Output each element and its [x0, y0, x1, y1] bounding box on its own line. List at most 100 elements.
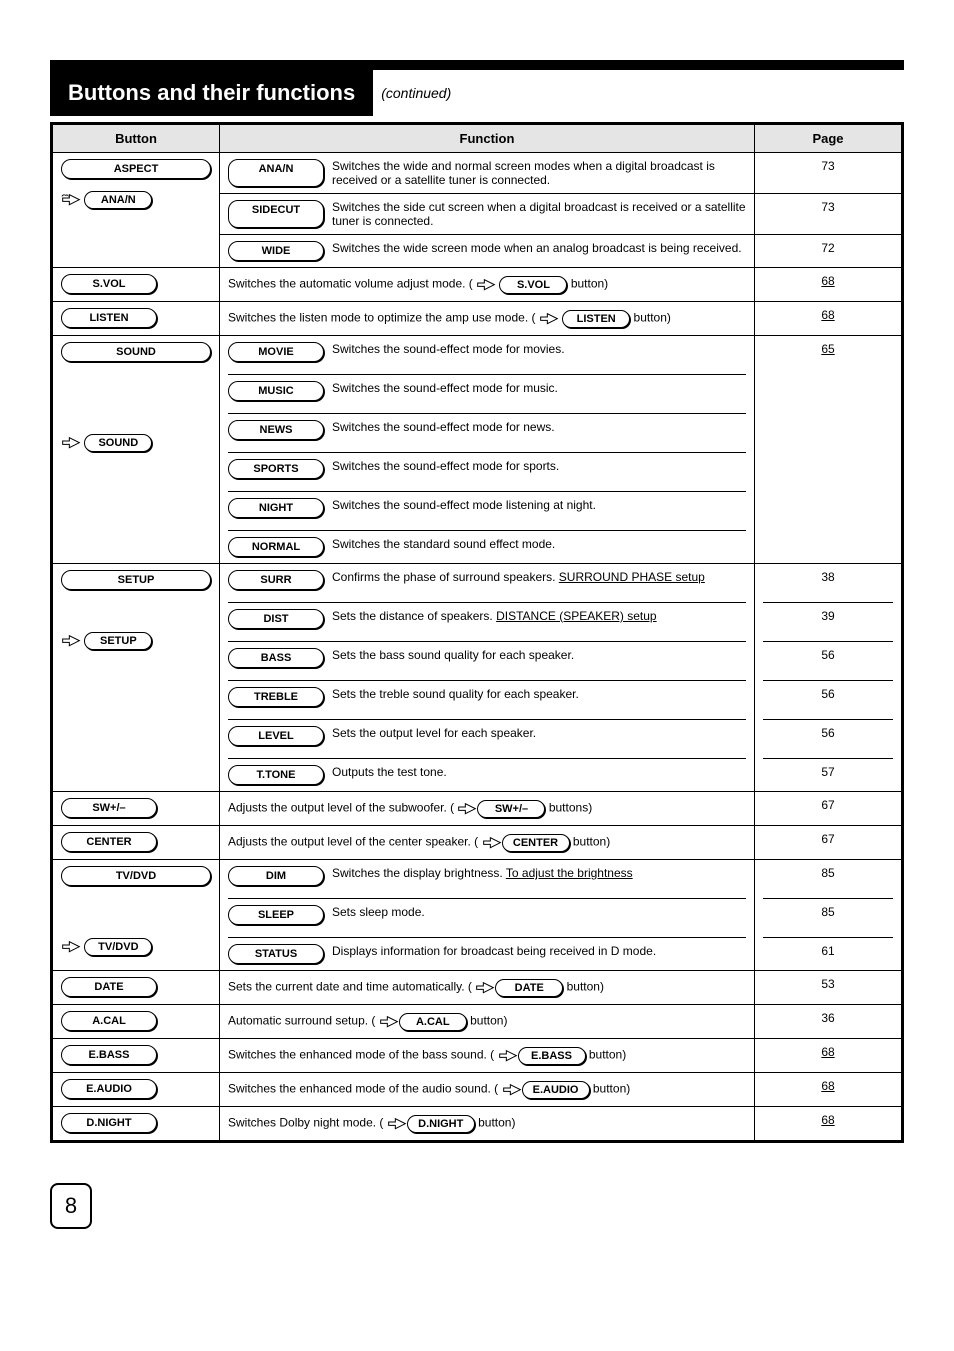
- sub-button[interactable]: NORMAL: [228, 537, 324, 557]
- page-container: Buttons and their functions (continued) …: [0, 0, 954, 1269]
- table-row: DATE Sets the current date and time auto…: [52, 971, 903, 1005]
- page-cell: 38: [755, 564, 903, 597]
- section-ref[interactable]: To adjust the brightness: [506, 866, 633, 880]
- sub-button[interactable]: SPORTS: [228, 459, 324, 479]
- button-tvdvd[interactable]: TV/DVD: [61, 866, 211, 886]
- footer: 8: [50, 1183, 904, 1229]
- button-listen[interactable]: LISTEN: [61, 308, 157, 328]
- button-cell: CENTER: [52, 826, 220, 860]
- function-text: Switches Dolby night mode. (: [228, 1116, 383, 1130]
- page-cell: 56: [755, 635, 903, 674]
- function-text: Sets sleep mode.: [332, 905, 746, 925]
- table-row: TV/DVD TV/DVD DIMSwitches the display br…: [52, 860, 903, 893]
- function-cell: SPORTSSwitches the sound-effect mode for…: [220, 446, 755, 485]
- function-cell: WIDE Switches the wide screen mode when …: [220, 235, 755, 268]
- button-dnight[interactable]: D.NIGHT: [61, 1113, 157, 1133]
- button-setup[interactable]: SETUP: [61, 570, 211, 590]
- table-row: CENTER Adjusts the output level of the c…: [52, 826, 903, 860]
- page-cell: 73: [755, 153, 903, 194]
- sub-button[interactable]: DIST: [228, 609, 324, 629]
- hand-icon: [482, 832, 502, 853]
- function-text: Sets the output level for each speaker.: [332, 726, 746, 746]
- sub-button[interactable]: T.TONE: [228, 765, 324, 785]
- button-svol[interactable]: S.VOL: [61, 274, 157, 294]
- ref-button[interactable]: SW+/–: [477, 800, 545, 818]
- sub-button[interactable]: LEVEL: [228, 726, 324, 746]
- page-cell: 68: [755, 1039, 903, 1073]
- page-cell: 85: [755, 892, 903, 931]
- ref-button[interactable]: SETUP: [84, 632, 152, 650]
- ref-button[interactable]: SOUND: [84, 434, 152, 452]
- button-cell: SOUND SOUND: [52, 336, 220, 564]
- ref-button[interactable]: D.NIGHT: [407, 1115, 475, 1133]
- hand-icon: [61, 936, 81, 957]
- function-text: Switches the standard sound effect mode.: [332, 537, 746, 557]
- function-text: Outputs the test tone.: [332, 765, 746, 785]
- page-link[interactable]: 68: [821, 1079, 834, 1093]
- sub-button[interactable]: TREBLE: [228, 687, 324, 707]
- sub-button[interactable]: NIGHT: [228, 498, 324, 518]
- sub-button[interactable]: MUSIC: [228, 381, 324, 401]
- button-sound[interactable]: SOUND: [61, 342, 211, 362]
- function-cell: MUSICSwitches the sound-effect mode for …: [220, 368, 755, 407]
- hand-icon: [475, 977, 495, 998]
- section-ref[interactable]: SURROUND PHASE setup: [559, 570, 705, 584]
- function-text: Switches the wide and normal screen mode…: [332, 159, 746, 187]
- ref-button[interactable]: ANA/N: [84, 191, 152, 209]
- ref-button[interactable]: LISTEN: [562, 310, 630, 328]
- page-cell: 67: [755, 792, 903, 826]
- function-cell: DIST Sets the distance of speakers. DISTA…: [220, 596, 755, 635]
- function-text: Displays information for broadcast being…: [332, 944, 746, 964]
- hand-icon: [476, 274, 496, 295]
- function-cell: LEVEL Sets the output level for each spea…: [220, 713, 755, 752]
- sub-button[interactable]: MOVIE: [228, 342, 324, 362]
- function-tail: button): [478, 1116, 515, 1130]
- sub-button[interactable]: SIDECUT: [228, 200, 324, 228]
- col-header-function: Function: [220, 124, 755, 153]
- page-link[interactable]: 68: [821, 1113, 834, 1127]
- ref-button[interactable]: A.CAL: [399, 1013, 467, 1031]
- function-cell: Switches Dolby night mode. ( D.NIGHT but…: [220, 1107, 755, 1142]
- table-row: S.VOL Switches the automatic volume adju…: [52, 268, 903, 302]
- section-ref[interactable]: DISTANCE (SPEAKER) setup: [496, 609, 657, 623]
- section-continued: (continued): [373, 85, 451, 101]
- function-text: Switches the automatic volume adjust mod…: [228, 277, 473, 291]
- page-link[interactable]: 65: [821, 342, 834, 356]
- sub-button[interactable]: NEWS: [228, 420, 324, 440]
- hand-icon: [498, 1045, 518, 1066]
- button-aspect[interactable]: ASPECT: [61, 159, 211, 179]
- sub-button[interactable]: SURR: [228, 570, 324, 590]
- sub-button[interactable]: ANA/N: [228, 159, 324, 187]
- ref-button[interactable]: TV/DVD: [84, 938, 152, 956]
- table-row: SETUP SETUP SURRConfirms the phase of su…: [52, 564, 903, 597]
- function-cell: MOVIESwitches the sound-effect mode for …: [220, 336, 755, 369]
- function-cell: Automatic surround setup. ( A.CAL button…: [220, 1005, 755, 1039]
- sub-button[interactable]: WIDE: [228, 241, 324, 261]
- function-text: Switches the sound-effect mode listening…: [332, 498, 746, 518]
- button-sw[interactable]: SW+/–: [61, 798, 157, 818]
- ref-button[interactable]: E.BASS: [518, 1047, 586, 1065]
- sub-button[interactable]: DIM: [228, 866, 324, 886]
- hand-icon: [539, 308, 559, 329]
- button-cell: A.CAL: [52, 1005, 220, 1039]
- ref-button[interactable]: E.AUDIO: [522, 1081, 590, 1099]
- sub-button[interactable]: SLEEP: [228, 905, 324, 925]
- sub-button[interactable]: BASS: [228, 648, 324, 668]
- ref-button[interactable]: S.VOL: [499, 276, 567, 294]
- function-tail: buttons): [549, 801, 592, 815]
- function-cell: DIMSwitches the display brightness. To a…: [220, 860, 755, 893]
- sub-button[interactable]: STATUS: [228, 944, 324, 964]
- page-link[interactable]: 68: [821, 308, 834, 322]
- button-acal[interactable]: A.CAL: [61, 1011, 157, 1031]
- ref-button[interactable]: DATE: [495, 979, 563, 997]
- function-text: Switches the enhanced mode of the bass s…: [228, 1048, 494, 1062]
- button-eaudio[interactable]: E.AUDIO: [61, 1079, 157, 1099]
- button-ebass[interactable]: E.BASS: [61, 1045, 157, 1065]
- function-text: Sets the distance of speakers. DISTANCE …: [332, 609, 746, 629]
- ref-button[interactable]: CENTER: [502, 834, 570, 852]
- button-center[interactable]: CENTER: [61, 832, 157, 852]
- button-date[interactable]: DATE: [61, 977, 157, 997]
- page-link[interactable]: 68: [821, 274, 834, 288]
- button-cell: SETUP SETUP: [52, 564, 220, 792]
- page-link[interactable]: 68: [821, 1045, 834, 1059]
